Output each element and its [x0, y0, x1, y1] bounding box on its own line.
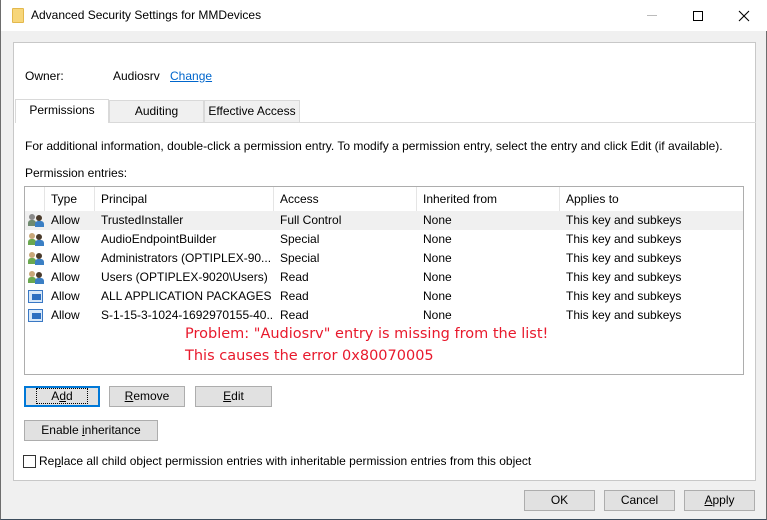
advanced-security-window: Advanced Security Settings for MMDevices… [0, 0, 767, 520]
cell-applies-to: This key and subkeys [566, 213, 682, 227]
cell-type: Allow [51, 213, 80, 227]
cell-principal: Users (OPTIPLEX-9020\Users) [101, 270, 268, 284]
cell-inherited-from: None [423, 308, 452, 322]
cell-principal: AudioEndpointBuilder [101, 232, 217, 246]
user-group-icon [28, 270, 44, 284]
user-group-icon [28, 213, 44, 227]
ok-button[interactable]: OK [524, 490, 595, 511]
add-button[interactable]: Add [24, 386, 100, 407]
tab-effective-access[interactable]: Effective Access [204, 100, 300, 122]
cell-applies-to: This key and subkeys [566, 308, 682, 322]
maximize-button[interactable] [675, 0, 721, 31]
replace-child-permissions-checkbox[interactable] [23, 455, 36, 468]
cell-applies-to: This key and subkeys [566, 251, 682, 265]
cell-applies-to: This key and subkeys [566, 289, 682, 303]
permission-entries-label: Permission entries: [25, 166, 128, 180]
app-package-icon [28, 309, 43, 322]
cell-principal: S-1-15-3-1024-1692970155-40... [101, 308, 274, 322]
app-package-icon [28, 290, 43, 303]
maximize-icon [693, 10, 703, 21]
column-header-applies-to[interactable]: Applies to [560, 187, 743, 211]
user-group-icon [28, 251, 44, 265]
annotation-problem-line: Problem: "Audiosrv" entry is missing fro… [185, 326, 549, 342]
folder-icon [12, 8, 24, 23]
tab-auditing[interactable]: Auditing [109, 100, 204, 122]
tab-permissions[interactable]: Permissions [15, 99, 109, 123]
owner-label: Owner: [25, 69, 64, 83]
cell-access: Special [280, 232, 320, 246]
cell-access: Special [280, 251, 320, 265]
table-row[interactable]: Allow S-1-15-3-1024-1692970155-40... Rea… [25, 306, 743, 325]
list-header: Type Principal Access Inherited from App… [25, 187, 743, 211]
owner-value: Audiosrv [113, 69, 160, 83]
column-header-access[interactable]: Access [274, 187, 417, 211]
edit-button[interactable]: Edit [195, 386, 272, 407]
user-group-icon [28, 232, 44, 246]
cell-type: Allow [51, 232, 80, 246]
cell-inherited-from: None [423, 270, 452, 284]
cell-applies-to: This key and subkeys [566, 270, 682, 284]
apply-button[interactable]: Apply [684, 490, 755, 511]
info-text: For additional information, double-click… [25, 139, 723, 153]
cell-type: Allow [51, 308, 80, 322]
enable-inheritance-button[interactable]: Enable inheritance [24, 420, 158, 441]
replace-child-permissions-label[interactable]: Replace all child object permission entr… [39, 454, 531, 468]
title-bar: Advanced Security Settings for MMDevices [1, 0, 767, 31]
cell-access: Full Control [280, 213, 342, 227]
cell-type: Allow [51, 270, 80, 284]
cell-inherited-from: None [423, 213, 452, 227]
column-header-type[interactable]: Type [45, 187, 95, 211]
cell-access: Read [280, 270, 309, 284]
permission-entries-list[interactable]: Type Principal Access Inherited from App… [24, 186, 744, 375]
close-icon [738, 10, 750, 21]
annotation-error-line: This causes the error 0x80070005 [185, 348, 434, 364]
cell-applies-to: This key and subkeys [566, 232, 682, 246]
table-row[interactable]: Allow AudioEndpointBuilder Special None … [25, 230, 743, 249]
cancel-button[interactable]: Cancel [604, 490, 675, 511]
column-header-icon[interactable] [25, 187, 45, 211]
remove-button[interactable]: Remove [109, 386, 185, 407]
minimize-icon [647, 15, 657, 16]
change-owner-link[interactable]: Change [170, 69, 212, 83]
cell-access: Read [280, 289, 309, 303]
minimize-button[interactable] [629, 0, 675, 31]
window-title: Advanced Security Settings for MMDevices [31, 8, 262, 22]
cell-inherited-from: None [423, 251, 452, 265]
cell-inherited-from: None [423, 289, 452, 303]
cell-type: Allow [51, 289, 80, 303]
cell-principal: ALL APPLICATION PACKAGES [101, 289, 272, 303]
cell-principal: Administrators (OPTIPLEX-90... [101, 251, 272, 265]
table-row[interactable]: Allow Users (OPTIPLEX-9020\Users) Read N… [25, 268, 743, 287]
tab-divider [109, 122, 756, 123]
cell-inherited-from: None [423, 232, 452, 246]
cell-access: Read [280, 308, 309, 322]
cell-type: Allow [51, 251, 80, 265]
close-button[interactable] [721, 0, 767, 31]
table-row[interactable]: Allow Administrators (OPTIPLEX-90... Spe… [25, 249, 743, 268]
column-header-inherited-from[interactable]: Inherited from [417, 187, 560, 211]
cell-principal: TrustedInstaller [101, 213, 184, 227]
table-row[interactable]: Allow ALL APPLICATION PACKAGES Read None… [25, 287, 743, 306]
table-row[interactable]: Allow TrustedInstaller Full Control None… [25, 211, 743, 230]
column-header-principal[interactable]: Principal [95, 187, 274, 211]
